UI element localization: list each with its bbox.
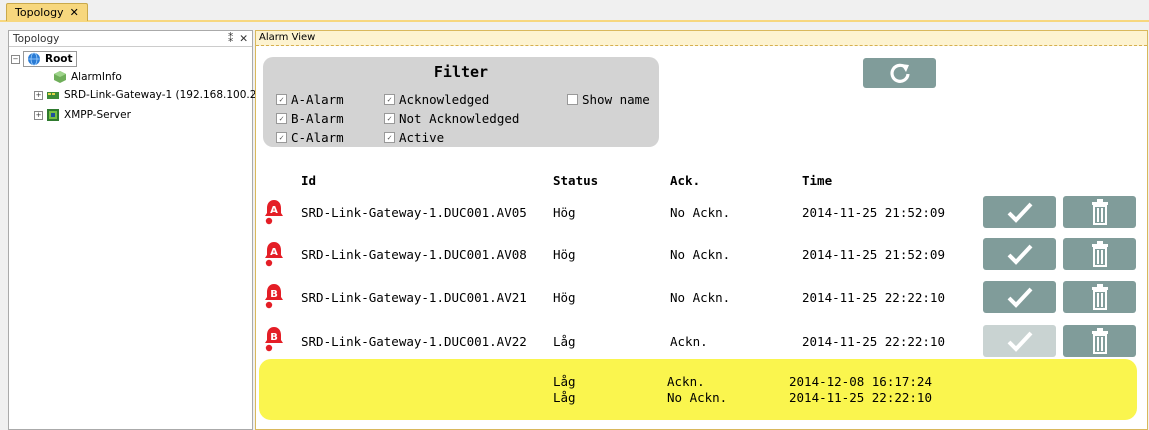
acknowledge-button[interactable] xyxy=(983,238,1056,270)
checkmark-icon xyxy=(1007,202,1032,223)
trash-icon xyxy=(1091,284,1108,310)
topology-panel-header: Topology ⁑ ✕ xyxy=(9,31,252,47)
checkbox-label: Acknowledged xyxy=(399,92,490,107)
filter-a-alarm[interactable]: ✓ A-Alarm xyxy=(276,92,344,107)
alarm-ack: Ackn. xyxy=(670,334,708,349)
delete-button[interactable] xyxy=(1063,238,1136,270)
filter-title: Filter xyxy=(433,63,489,81)
expand-icon[interactable]: + xyxy=(34,110,43,120)
history-ack: No Ackn. xyxy=(667,390,728,405)
gateway-icon xyxy=(47,92,59,99)
history-status: Låg xyxy=(553,390,576,405)
filter-not-acknowledged[interactable]: ✓ Not Acknowledged xyxy=(384,111,519,126)
alarm-id: SRD-Link-Gateway-1.DUC001.AV22 xyxy=(301,334,527,349)
checkbox[interactable]: ✓ xyxy=(276,132,287,143)
expand-icon[interactable]: + xyxy=(34,90,43,100)
svg-text:A: A xyxy=(270,205,278,216)
globe-icon xyxy=(28,52,40,66)
panel-close-icon[interactable]: ✕ xyxy=(239,33,248,45)
acknowledge-button[interactable] xyxy=(983,196,1056,228)
filter-b-alarm[interactable]: ✓ B-Alarm xyxy=(276,111,344,126)
tree-item-alarminfo[interactable]: AlarmInfo xyxy=(53,69,122,85)
alarm-status: Hög xyxy=(553,247,576,262)
column-header-ack[interactable]: Ack. xyxy=(670,173,700,188)
checkbox-label: A-Alarm xyxy=(291,92,344,107)
column-header-id[interactable]: Id xyxy=(301,173,316,188)
tree-item-label: Root xyxy=(45,53,73,65)
delete-button[interactable] xyxy=(1063,281,1136,313)
alarm-b-icon: B xyxy=(265,327,283,352)
checkbox[interactable]: ✓ xyxy=(384,113,395,124)
document-tab-strip: Topology ✕ xyxy=(0,0,1149,22)
alarm-time: 2014-11-25 21:52:09 xyxy=(802,205,945,220)
checkbox-label: C-Alarm xyxy=(291,130,344,145)
tree-item-label: XMPP-Server xyxy=(64,109,131,121)
alarm-ack: No Ackn. xyxy=(670,247,731,262)
history-status: Låg xyxy=(553,374,576,389)
checkbox[interactable]: ✓ xyxy=(384,94,395,105)
tab-topology[interactable]: Topology ✕ xyxy=(6,3,88,21)
checkbox-label: B-Alarm xyxy=(291,111,344,126)
checkmark-icon xyxy=(1007,331,1032,352)
refresh-button[interactable] xyxy=(863,58,936,88)
tree-item-label: AlarmInfo xyxy=(71,71,122,83)
tab-label: Topology xyxy=(15,6,64,19)
collapse-icon[interactable]: − xyxy=(11,54,20,64)
delete-button[interactable] xyxy=(1063,325,1136,357)
alarm-time: 2014-11-25 22:22:10 xyxy=(802,334,945,349)
alarm-time: 2014-11-25 21:52:09 xyxy=(802,247,945,262)
alarm-status: Hög xyxy=(553,205,576,220)
checkbox-label: Not Acknowledged xyxy=(399,111,520,126)
alarm-view-header: Alarm View xyxy=(256,31,1147,46)
alarm-time: 2014-11-25 22:22:10 xyxy=(802,290,945,305)
checkbox-label: Active xyxy=(399,130,445,145)
checkbox[interactable] xyxy=(567,94,578,105)
tree-item-gateway[interactable]: + SRD-Link-Gateway-1 (192.168.100.207) xyxy=(34,87,274,103)
cube-icon xyxy=(54,71,66,83)
checkmark-icon xyxy=(1007,244,1032,265)
checkbox[interactable]: ✓ xyxy=(384,132,395,143)
topology-panel-title: Topology xyxy=(13,32,60,45)
history-time: 2014-12-08 16:17:24 xyxy=(789,374,932,389)
server-icon xyxy=(47,109,59,121)
checkmark-icon xyxy=(1007,287,1032,308)
filter-active[interactable]: ✓ Active xyxy=(384,130,444,145)
alarm-a-icon: A xyxy=(265,242,283,267)
alarm-a-icon: A xyxy=(265,200,283,225)
tree-item-xmpp[interactable]: + XMPP-Server xyxy=(34,107,131,123)
column-header-status[interactable]: Status xyxy=(553,173,598,188)
trash-icon xyxy=(1091,328,1108,354)
svg-text:B: B xyxy=(270,289,278,300)
tree-item-root[interactable]: − Root xyxy=(11,51,77,67)
alarm-ack: No Ackn. xyxy=(670,205,731,220)
svg-text:A: A xyxy=(270,247,278,258)
column-header-time[interactable]: Time xyxy=(802,173,832,188)
checkbox-label: Show name xyxy=(582,92,650,107)
filter-show-name[interactable]: Show name xyxy=(567,92,650,107)
alarm-id: SRD-Link-Gateway-1.DUC001.AV08 xyxy=(301,247,527,262)
acknowledge-button-disabled xyxy=(983,325,1056,357)
delete-button[interactable] xyxy=(1063,196,1136,228)
trash-icon xyxy=(1091,241,1108,267)
checkbox[interactable]: ✓ xyxy=(276,113,287,124)
tree-item-label: SRD-Link-Gateway-1 (192.168.100.207) xyxy=(64,89,274,101)
alarm-b-icon: B xyxy=(265,284,283,309)
pin-icon[interactable]: ⁑ xyxy=(228,33,233,45)
alarm-ack: No Ackn. xyxy=(670,290,731,305)
filter-acknowledged[interactable]: ✓ Acknowledged xyxy=(384,92,489,107)
alarm-id: SRD-Link-Gateway-1.DUC001.AV21 xyxy=(301,290,527,305)
refresh-icon xyxy=(889,63,910,83)
filter-c-alarm[interactable]: ✓ C-Alarm xyxy=(276,130,344,145)
topology-panel: Topology ⁑ ✕ − Root AlarmInfo + SRD-Link… xyxy=(8,30,274,430)
tab-close-icon[interactable]: ✕ xyxy=(70,6,79,19)
alarm-status: Låg xyxy=(553,334,576,349)
svg-text:B: B xyxy=(270,332,278,343)
acknowledge-button[interactable] xyxy=(983,281,1056,313)
trash-icon xyxy=(1091,199,1108,225)
history-time: 2014-11-25 22:22:10 xyxy=(789,390,932,405)
history-ack: Ackn. xyxy=(667,374,705,389)
alarm-id: SRD-Link-Gateway-1.DUC001.AV05 xyxy=(301,205,527,220)
alarm-status: Hög xyxy=(553,290,576,305)
checkbox[interactable]: ✓ xyxy=(276,94,287,105)
